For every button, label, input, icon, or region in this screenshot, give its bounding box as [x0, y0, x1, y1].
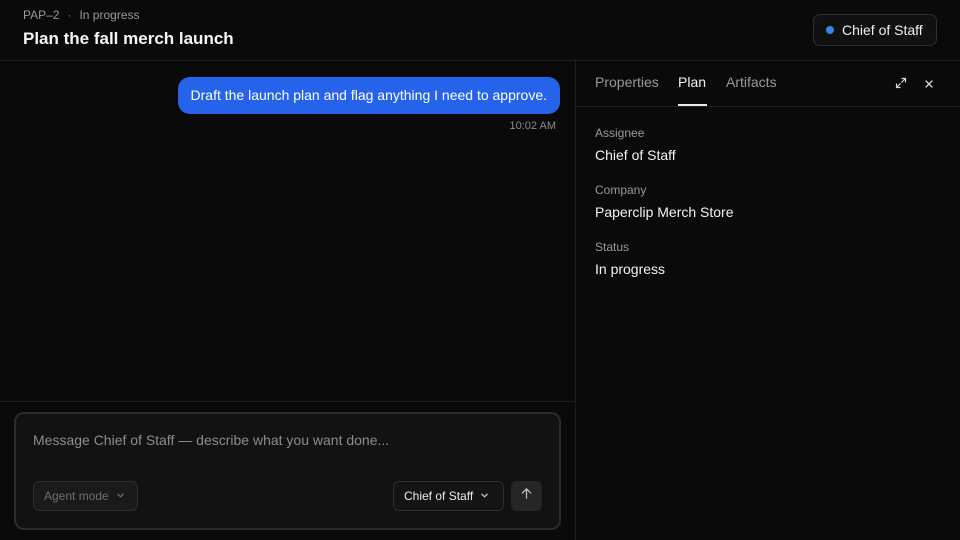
breadcrumb: PAP–2 · In progress — [23, 8, 140, 22]
agent-mode-label: Agent mode — [44, 489, 109, 503]
chevron-down-icon — [480, 489, 489, 503]
assignee-label: Assignee — [595, 126, 645, 140]
agent-mode-dropdown[interactable]: Agent mode — [33, 481, 138, 511]
message-input[interactable] — [33, 432, 533, 448]
status-label: Status — [595, 240, 630, 254]
chat-thread: Draft the launch plan and flag anything … — [0, 62, 575, 402]
agent-pill[interactable]: Chief of Staff — [813, 14, 937, 46]
issue-id[interactable]: PAP–2 — [23, 8, 59, 22]
agent-pill-label: Chief of Staff — [842, 22, 923, 38]
agent-select-dropdown[interactable]: Chief of Staff — [393, 481, 504, 511]
tab-plan[interactable]: Plan — [678, 74, 706, 90]
active-tab-indicator — [678, 104, 707, 106]
details-panel: Properties Plan Artifacts Assignee Chief… — [576, 61, 960, 540]
composer-divider — [0, 401, 575, 402]
agent-status-dot — [826, 26, 834, 34]
close-panel-button[interactable] — [919, 75, 939, 95]
tab-artifacts[interactable]: Artifacts — [726, 74, 777, 90]
expand-icon — [895, 76, 907, 94]
company-label: Company — [595, 183, 647, 197]
company-value: Paperclip Merch Store — [595, 204, 734, 220]
assignee-value: Chief of Staff — [595, 147, 676, 163]
send-button[interactable] — [511, 481, 542, 511]
issue-status: In progress — [79, 8, 140, 22]
panel-tabs: Properties Plan Artifacts — [576, 61, 960, 107]
message-composer: Agent mode Chief of Staff — [14, 412, 561, 530]
chevron-down-icon — [116, 489, 125, 503]
message-timestamp: 10:02 AM — [509, 120, 556, 132]
user-message-bubble: Draft the launch plan and flag anything … — [177, 77, 560, 114]
expand-button[interactable] — [891, 75, 911, 95]
tab-properties[interactable]: Properties — [595, 74, 659, 90]
status-value: In progress — [595, 261, 666, 277]
agent-select-label: Chief of Staff — [404, 489, 474, 503]
page-title: Plan the fall merch launch — [23, 29, 234, 48]
arrow-up-icon — [520, 487, 533, 505]
close-icon — [924, 76, 934, 94]
page-header: PAP–2 · In progress Plan the fall merch … — [0, 0, 960, 61]
breadcrumb-separator: · — [67, 8, 72, 22]
